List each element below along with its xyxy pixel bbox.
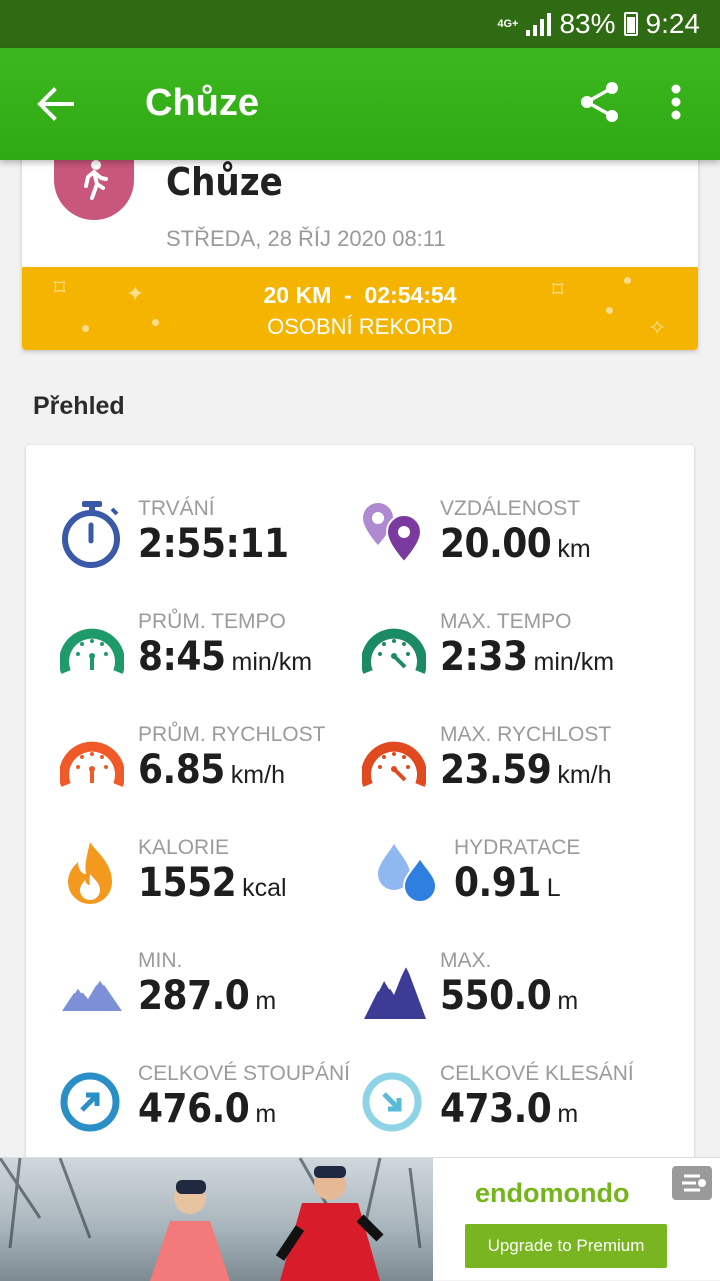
flame-icon: [60, 840, 124, 912]
stat-label: MAX. TEMPO: [440, 610, 572, 633]
stat-unit: km/h: [230, 761, 285, 789]
stat-unit: m: [557, 987, 579, 1015]
walking-icon: [54, 150, 134, 220]
stat-label: VZDÁLENOST: [440, 497, 581, 520]
stat-label: MAX.: [440, 949, 492, 972]
stat-max-speed: MAX. RYCHLOST 23.59 km/h: [361, 723, 662, 827]
stat-unit: m: [255, 1100, 277, 1128]
record-label: OSOBNÍ REKORD: [267, 314, 453, 339]
stat-label: MIN.: [138, 949, 183, 972]
stat-value: 8:45: [138, 634, 226, 680]
stat-value: 2:33: [440, 634, 528, 680]
stat-unit: m: [255, 987, 277, 1015]
max-pace-gauge-icon: [361, 614, 427, 686]
stat-unit: min/km: [533, 648, 615, 676]
app-bar: Chůze: [0, 48, 720, 160]
stat-duration: TRVÁNÍ 2:55:11: [60, 497, 360, 601]
status-bar: 4G+ 83% 9:24: [0, 0, 720, 48]
mountain-max-icon: [362, 953, 426, 1025]
share-icon[interactable]: [578, 80, 622, 124]
stat-unit: min/km: [231, 648, 313, 676]
stat-unit: L: [546, 874, 561, 902]
stat-value: 550.0: [440, 973, 552, 1019]
stat-max-altitude: MAX. 550.0 m: [362, 949, 662, 1053]
stat-label: PRŮM. TEMPO: [138, 610, 286, 633]
stat-label: CELKOVÉ KLESÁNÍ: [440, 1062, 634, 1085]
stat-value: 6.85: [138, 747, 225, 793]
ad-photo: [0, 1158, 433, 1281]
stat-unit: km/h: [557, 761, 612, 789]
stopwatch-icon: [60, 501, 124, 573]
stat-label: CELKOVÉ STOUPÁNÍ: [138, 1062, 351, 1085]
overview-heading: Přehled: [33, 392, 125, 420]
stat-value: 1552: [138, 860, 237, 906]
stat-label: HYDRATACE: [454, 836, 581, 859]
stat-total-ascent: CELKOVÉ STOUPÁNÍ 476.0 m: [60, 1062, 360, 1166]
stat-value: 287.0: [138, 973, 250, 1019]
upgrade-premium-button[interactable]: Upgrade to Premium: [465, 1224, 667, 1268]
stat-min-altitude: MIN. 287.0 m: [60, 949, 360, 1053]
more-options-icon[interactable]: [656, 80, 696, 124]
stat-avg-speed: PRŮM. RYCHLOST 6.85 km/h: [59, 723, 360, 827]
water-drops-icon: [376, 840, 440, 912]
endomondo-logo: endomondo: [475, 1178, 630, 1208]
signal-icon: [526, 12, 552, 36]
stat-value: 20.00: [440, 521, 552, 567]
stats-card: TRVÁNÍ 2:55:11 VZDÁLENOST 20.00 km PRŮM. …: [26, 445, 694, 1185]
stat-value: 2:55:11: [138, 521, 289, 567]
ad-banner[interactable]: endomondo Upgrade to Premium: [0, 1157, 720, 1281]
stat-label: PRŮM. RYCHLOST: [138, 723, 326, 746]
stat-value: 476.0: [138, 1086, 250, 1132]
stat-label: TRVÁNÍ: [138, 497, 215, 520]
battery-percent: 83%: [559, 8, 616, 39]
stat-label: MAX. RYCHLOST: [440, 723, 612, 746]
clock: 9:24: [645, 8, 701, 39]
activity-header-card: Chůze STŘEDA, 28 ŘÍJ 2020 08:11 ⌑ ✦ ⌑ ✧ …: [22, 150, 698, 350]
stat-unit: m: [557, 1100, 579, 1128]
stat-hydration: HYDRATACE 0.91 L: [376, 836, 676, 940]
stat-value: 0.91: [454, 860, 541, 906]
stat-unit: km: [557, 535, 591, 563]
avg-speed-gauge-icon: [59, 727, 125, 799]
mountain-min-icon: [60, 953, 124, 1025]
personal-record-banner[interactable]: ⌑ ✦ ⌑ ✧ 20 KM - 02:54:54 OSOBNÍ REKORD: [22, 267, 698, 350]
screen-title: Chůze: [145, 82, 259, 124]
stat-value: 23.59: [440, 747, 552, 793]
back-arrow-icon[interactable]: [36, 84, 76, 124]
record-value: 20 KM - 02:54:54: [263, 282, 457, 308]
ad-close-icon[interactable]: [672, 1166, 712, 1200]
ascent-arrow-icon: [60, 1066, 124, 1138]
stat-label: KALORIE: [138, 836, 230, 859]
max-speed-gauge-icon: [361, 727, 427, 799]
stat-unit: kcal: [242, 874, 287, 902]
activity-date: STŘEDA, 28 ŘÍJ 2020 08:11: [166, 226, 446, 251]
battery-icon: [623, 12, 638, 36]
stat-total-descent: CELKOVÉ KLESÁNÍ 473.0 m: [362, 1062, 662, 1166]
descent-arrow-icon: [362, 1066, 426, 1138]
stat-value: 473.0: [440, 1086, 552, 1132]
stat-distance: VZDÁLENOST 20.00 km: [362, 497, 662, 601]
location-pins-icon: [362, 501, 426, 573]
activity-name: Chůze: [166, 160, 283, 204]
stat-avg-pace: PRŮM. TEMPO 8:45 min/km: [59, 610, 360, 714]
stat-max-pace: MAX. TEMPO 2:33 min/km: [361, 610, 662, 714]
network-indicator: 4G+: [497, 17, 519, 30]
avg-pace-gauge-icon: [59, 614, 125, 686]
stat-calories: KALORIE 1552 kcal: [60, 836, 360, 940]
